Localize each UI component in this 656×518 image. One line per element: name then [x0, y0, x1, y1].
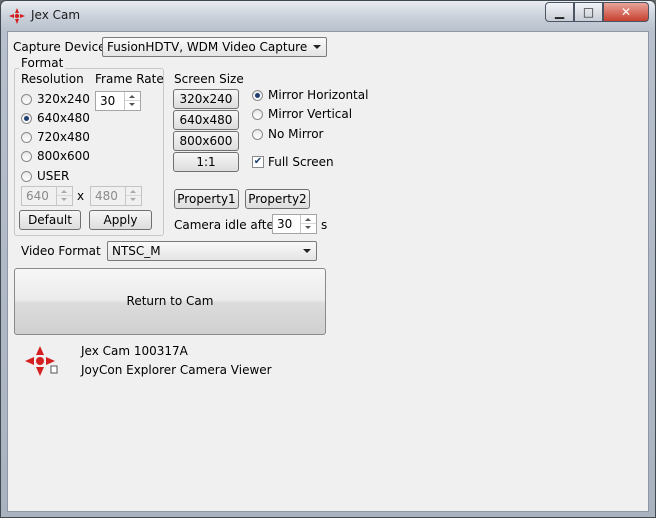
mirror-horizontal-radio[interactable]: Mirror Horizontal — [252, 88, 368, 102]
user-width-spinner: 640 — [21, 186, 73, 206]
video-format-select[interactable]: NTSC_M — [107, 241, 317, 261]
radio-label: No Mirror — [268, 127, 324, 141]
idle-time-value: 30 — [277, 217, 293, 231]
screen-size-button-640x480[interactable]: 640x480 — [173, 110, 239, 130]
no-mirror-radio[interactable]: No Mirror — [252, 127, 324, 141]
radio-indicator — [21, 150, 32, 162]
default-button[interactable]: Default — [19, 210, 81, 230]
chevron-down-icon — [313, 45, 321, 49]
apply-button[interactable]: Apply — [89, 210, 152, 230]
client-area: Capture Device FusionHDTV, WDM Video Cap… — [7, 31, 649, 512]
radio-indicator — [21, 131, 32, 143]
camera-idle-label: Camera idle after — [174, 218, 279, 232]
resolution-radio-640x480[interactable]: 640x480 — [21, 111, 90, 125]
radio-indicator — [21, 93, 32, 105]
radio-label: USER — [37, 169, 70, 183]
screen-size-button-800x600[interactable]: 800x600 — [173, 131, 239, 151]
radio-indicator — [21, 112, 32, 124]
capture-device-select[interactable]: FusionHDTV, WDM Video Capture — [102, 37, 327, 57]
checkmark-icon: ✔ — [252, 156, 264, 168]
spinner-arrows-icon[interactable] — [300, 215, 316, 233]
radio-label: Mirror Vertical — [268, 107, 353, 121]
close-button[interactable]: ✕ — [603, 2, 649, 22]
video-format-label: Video Format — [21, 244, 101, 258]
checkbox-label: Full Screen — [268, 155, 334, 169]
frame-rate-label: Frame Rate — [95, 72, 164, 86]
screen-size-button-1-1[interactable]: 1:1 — [173, 152, 239, 172]
app-logo-icon — [9, 8, 25, 24]
frame-rate-spinner[interactable]: 30 — [95, 91, 141, 111]
idle-time-spinner[interactable]: 30 — [272, 214, 317, 234]
idle-unit: s — [321, 218, 328, 232]
screen-size-button-320x240[interactable]: 320x240 — [173, 89, 239, 109]
user-height-spinner: 480 — [90, 186, 142, 206]
capture-device-value: FusionHDTV, WDM Video Capture — [107, 40, 308, 54]
window-title: Jex Cam — [31, 8, 81, 22]
screen-size-label: Screen Size — [174, 72, 244, 86]
capture-device-label: Capture Device — [13, 40, 106, 54]
radio-indicator — [21, 170, 32, 182]
radio-label: 720x480 — [37, 130, 90, 144]
chevron-down-icon — [303, 249, 311, 253]
app-window: Jex Cam ▁ □ ✕ Capture Device FusionHDTV,… — [0, 0, 656, 518]
resolution-radio-720x480[interactable]: 720x480 — [21, 130, 90, 144]
radio-indicator — [252, 89, 263, 101]
radio-label: 640x480 — [37, 111, 90, 125]
spinner-arrows-icon — [56, 187, 72, 205]
app-logo-icon — [25, 346, 58, 376]
user-width-value: 640 — [26, 189, 49, 203]
user-size-separator: x — [77, 189, 85, 203]
app-version: Jex Cam 100317A — [81, 344, 188, 358]
return-to-cam-button[interactable]: Return to Cam — [14, 268, 326, 335]
radio-label: 320x240 — [37, 92, 90, 106]
maximize-button[interactable]: □ — [574, 2, 603, 22]
radio-label: 800x600 — [37, 149, 90, 163]
user-height-value: 480 — [95, 189, 118, 203]
radio-indicator — [252, 108, 263, 120]
format-group-title: Format — [19, 56, 66, 70]
app-description: JoyCon Explorer Camera Viewer — [81, 363, 272, 377]
mirror-vertical-radio[interactable]: Mirror Vertical — [252, 107, 352, 121]
radio-indicator — [252, 128, 263, 140]
resolution-label: Resolution — [21, 72, 84, 86]
title-bar[interactable]: Jex Cam ▁ □ ✕ — [1, 1, 655, 31]
spinner-arrows-icon[interactable] — [124, 92, 140, 110]
radio-label: Mirror Horizontal — [268, 88, 369, 102]
minimize-button[interactable]: ▁ — [545, 2, 574, 22]
video-format-value: NTSC_M — [112, 244, 161, 258]
resolution-radio-user[interactable]: USER — [21, 169, 69, 183]
property1-button[interactable]: Property1 — [174, 189, 239, 209]
property2-button[interactable]: Property2 — [245, 189, 310, 209]
full-screen-checkbox[interactable]: ✔ Full Screen — [252, 155, 334, 169]
frame-rate-value: 30 — [100, 94, 116, 108]
spinner-arrows-icon — [125, 187, 141, 205]
resolution-radio-800x600[interactable]: 800x600 — [21, 149, 90, 163]
resolution-radio-320x240[interactable]: 320x240 — [21, 92, 90, 106]
